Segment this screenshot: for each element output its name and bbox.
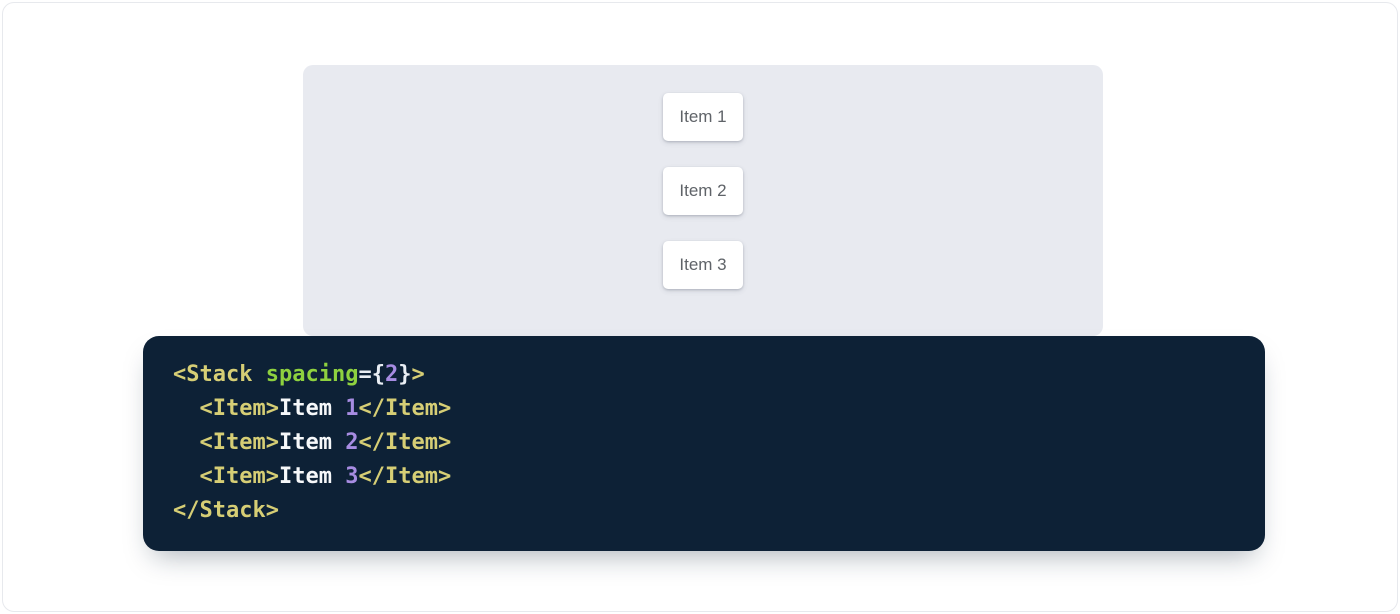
stack-item: Item 1 xyxy=(663,93,743,141)
code-token-number: 3 xyxy=(345,464,358,489)
code-block: <Stack spacing={2}> <Item>Item 1</Item> … xyxy=(143,336,1265,551)
code-token-plain: Item xyxy=(279,430,345,455)
code-token-tag: </Item> xyxy=(358,464,451,489)
code-token-tag: </Item> xyxy=(358,430,451,455)
code-token-tag: <Stack xyxy=(173,362,266,387)
code-token-plain: Item xyxy=(279,396,345,421)
code-token-punct: { xyxy=(372,362,385,387)
stack-item: Item 3 xyxy=(663,241,743,289)
code-line: <Stack spacing={2}> xyxy=(173,358,1241,392)
code-token-plain: Item xyxy=(279,464,345,489)
code-token-attr: spacing xyxy=(266,362,359,387)
stack-item: Item 2 xyxy=(663,167,743,215)
code-line: </Stack> xyxy=(173,494,1241,528)
code-token-punct: = xyxy=(358,362,371,387)
code-token-tag: <Item> xyxy=(200,396,279,421)
code-token-number: 2 xyxy=(345,430,358,455)
code-token-plain xyxy=(173,396,200,421)
code-token-plain xyxy=(173,464,200,489)
code-token-tag: </Stack> xyxy=(173,498,279,523)
code-token-tag: <Item> xyxy=(200,464,279,489)
stack-container: Item 1 Item 2 Item 3 xyxy=(303,65,1103,289)
code-line: <Item>Item 3</Item> xyxy=(173,460,1241,494)
code-token-tag: <Item> xyxy=(200,430,279,455)
code-token-number: 2 xyxy=(385,362,398,387)
code-token-punct: } xyxy=(398,362,411,387)
code-token-tag: </Item> xyxy=(358,396,451,421)
demo-panel: Item 1 Item 2 Item 3 xyxy=(303,65,1103,336)
code-line: <Item>Item 1</Item> xyxy=(173,392,1241,426)
code-token-tag: > xyxy=(411,362,424,387)
page-card: Item 1Item 2Item 3 <Stack spacing={2}> <… xyxy=(2,2,1398,612)
screen: Item 1Item 2Item 3 <Stack spacing={2}> <… xyxy=(0,0,1400,614)
code-token-plain xyxy=(173,430,200,455)
code-token-number: 1 xyxy=(345,396,358,421)
code-line: <Item>Item 2</Item> xyxy=(173,426,1241,460)
